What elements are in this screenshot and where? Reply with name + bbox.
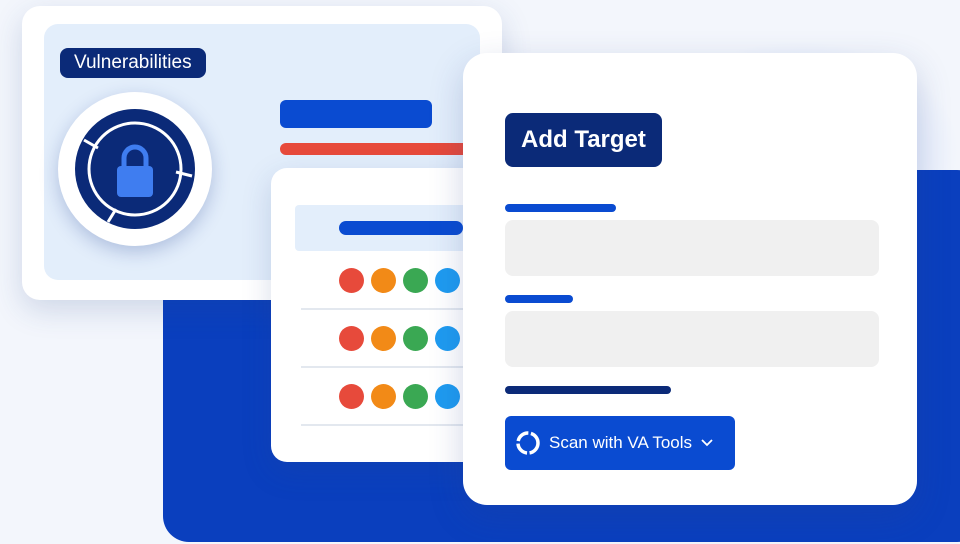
add-target-card: Add Target Scan with VA Tools	[463, 53, 917, 505]
status-dot-orange	[371, 268, 396, 293]
field-label-1	[505, 204, 616, 212]
status-dot-red	[339, 268, 364, 293]
target-field-1[interactable]	[505, 220, 879, 276]
summary-bar-red	[280, 143, 478, 155]
scan-button-label: Scan with VA Tools	[549, 433, 693, 452]
status-dot-blue	[435, 326, 460, 351]
scan-with-va-tools-button[interactable]: Scan with VA Tools	[505, 416, 735, 470]
status-dot-green	[403, 326, 428, 351]
target-field-2[interactable]	[505, 311, 879, 367]
status-dot-green	[403, 268, 428, 293]
status-dot-orange	[371, 326, 396, 351]
spinner-icon	[516, 431, 540, 455]
vulnerabilities-badge: Vulnerabilities	[60, 48, 206, 78]
status-dot-green	[403, 384, 428, 409]
results-header-bar	[339, 221, 463, 235]
status-dot-blue	[435, 384, 460, 409]
lock-icon	[75, 109, 195, 229]
status-dot-red	[339, 326, 364, 351]
summary-bar-blue	[280, 100, 432, 128]
status-dot-orange	[371, 384, 396, 409]
status-dot-red	[339, 384, 364, 409]
field-label-2	[505, 295, 573, 303]
lock-badge	[58, 92, 212, 246]
field-label-3	[505, 386, 671, 394]
add-target-title: Add Target	[505, 113, 662, 167]
status-dot-blue	[435, 268, 460, 293]
chevron-down-icon[interactable]	[700, 438, 714, 448]
